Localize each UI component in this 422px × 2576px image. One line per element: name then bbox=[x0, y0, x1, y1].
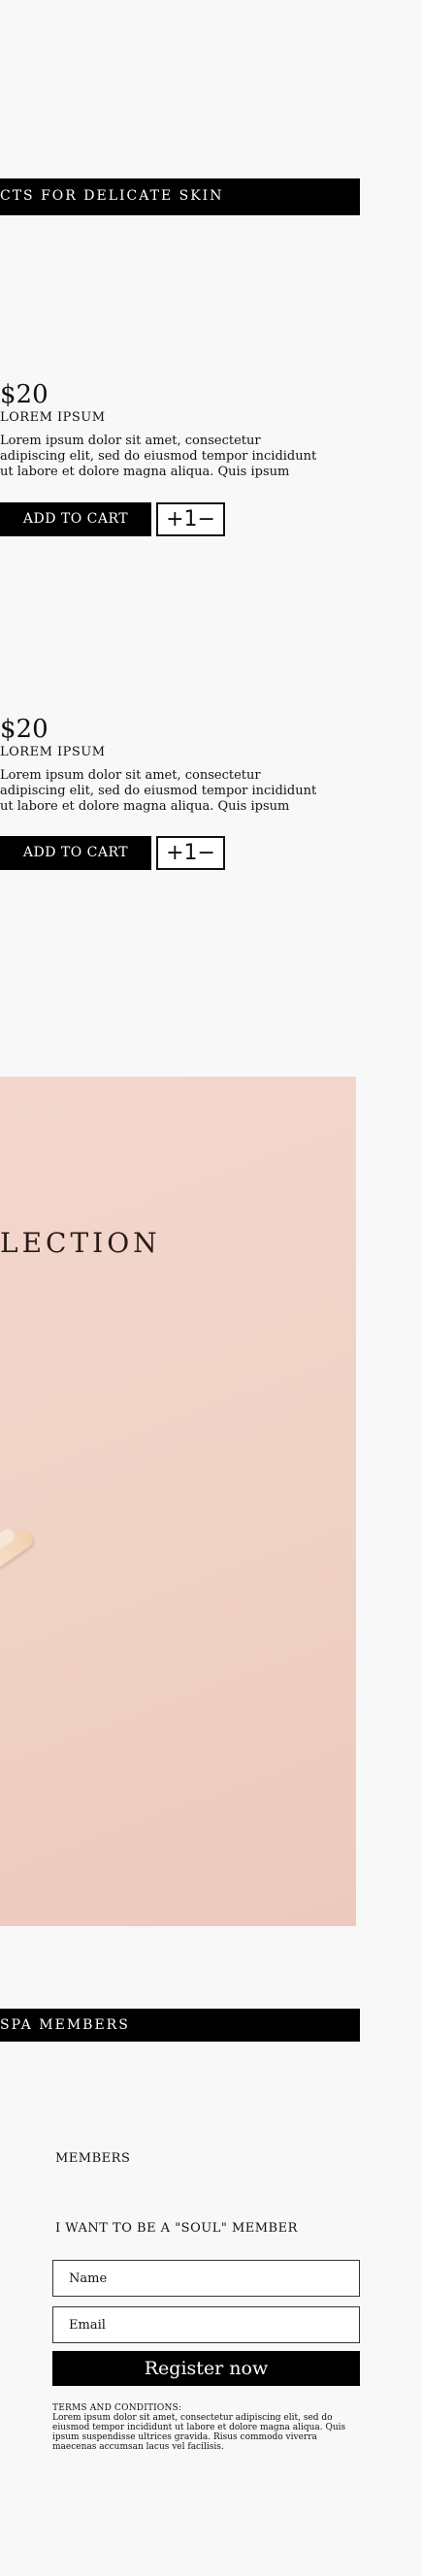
add-to-cart-button[interactable]: ADD TO CART bbox=[0, 836, 151, 870]
quantity-stepper[interactable]: +1− bbox=[156, 502, 225, 536]
minus-icon[interactable]: − bbox=[198, 504, 215, 535]
plus-icon[interactable]: + bbox=[166, 838, 183, 869]
product-name: LOREM IPSUM bbox=[0, 745, 106, 759]
product-description: Lorem ipsum dolor sit amet, consectetur … bbox=[0, 434, 317, 479]
collection-title: LECTION bbox=[0, 1227, 161, 1259]
members-banner: SPA MEMBERS bbox=[0, 2009, 360, 2042]
quantity-value: 1 bbox=[183, 841, 198, 865]
terms-text: Lorem ipsum dolor sit amet, consectetur … bbox=[52, 2413, 346, 2452]
product-description: Lorem ipsum dolor sit amet, consectetur … bbox=[0, 768, 317, 814]
product-price: $20 bbox=[0, 380, 49, 409]
register-button[interactable]: Register now bbox=[52, 2351, 360, 2386]
email-field[interactable] bbox=[52, 2306, 360, 2343]
signup-heading: MEMBERS bbox=[55, 2151, 131, 2166]
category-banner: CTS FOR DELICATE SKIN bbox=[0, 178, 360, 215]
collection-hero-image: LECTION bbox=[0, 1077, 356, 1926]
plus-icon[interactable]: + bbox=[166, 504, 183, 535]
add-to-cart-label: ADD TO CART bbox=[22, 511, 129, 527]
add-to-cart-label: ADD TO CART bbox=[22, 845, 129, 860]
signup-subheading: I WANT TO BE A "SOUL" MEMBER bbox=[55, 2221, 298, 2236]
category-banner-text: CTS FOR DELICATE SKIN bbox=[0, 188, 224, 204]
members-banner-text: SPA MEMBERS bbox=[0, 2017, 130, 2033]
product-card: $20 LOREM IPSUM Lorem ipsum dolor sit am… bbox=[0, 381, 320, 480]
terms-block: TERMS AND CONDITIONS: Lorem ipsum dolor … bbox=[52, 2403, 361, 2452]
product-price: $20 bbox=[0, 715, 49, 744]
name-field[interactable] bbox=[52, 2260, 360, 2297]
quantity-stepper[interactable]: +1− bbox=[156, 836, 225, 870]
terms-title: TERMS AND CONDITIONS: bbox=[52, 2403, 182, 2413]
minus-icon[interactable]: − bbox=[198, 838, 215, 869]
add-to-cart-button[interactable]: ADD TO CART bbox=[0, 502, 151, 536]
register-label: Register now bbox=[144, 2358, 269, 2379]
quantity-value: 1 bbox=[183, 507, 198, 531]
product-card: $20 LOREM IPSUM Lorem ipsum dolor sit am… bbox=[0, 716, 320, 815]
product-name: LOREM IPSUM bbox=[0, 410, 106, 425]
